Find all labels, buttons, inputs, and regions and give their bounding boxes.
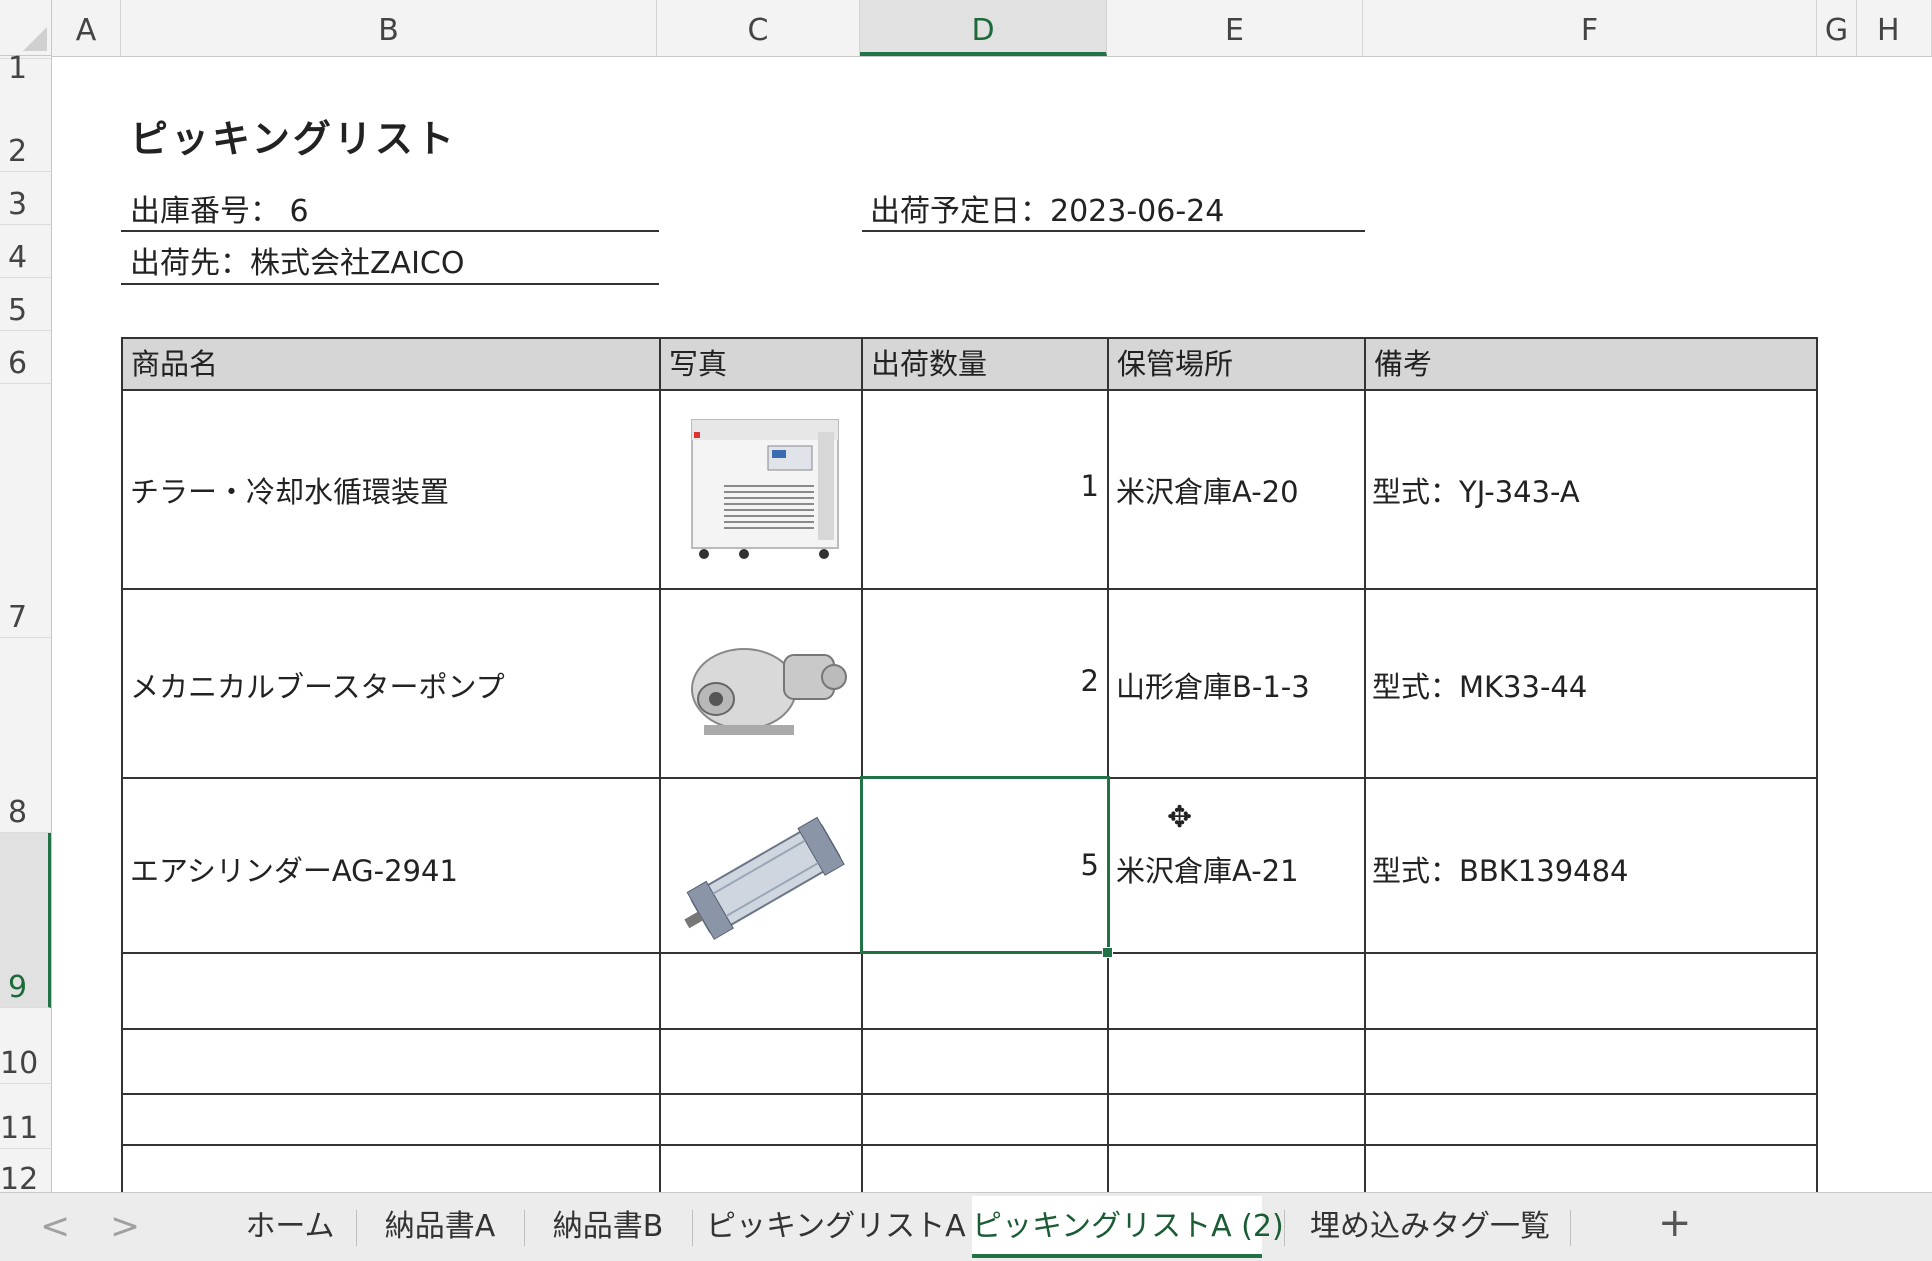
column-header-d[interactable]: D [860,0,1107,56]
row-number: 8 [8,795,28,830]
ship-date-underline [862,230,1365,232]
row-header-7[interactable]: 7 [0,384,51,638]
row-number: 6 [8,346,28,381]
note: 型式：BBK139484 [1372,854,1629,888]
row-header-9[interactable]: 9 [0,833,51,1008]
table-line [1816,337,1818,1192]
tab-separator [1570,1210,1571,1246]
row-number: 4 [8,240,28,275]
row-number: 2 [8,134,28,169]
row-number: 11 [0,1111,39,1146]
tab-home[interactable]: ホーム [240,1196,340,1258]
row-header-10[interactable]: 10 [0,1008,51,1084]
row-header-2[interactable]: 2 [0,59,51,172]
location: 米沢倉庫A-21 [1116,854,1299,888]
shipping-number-underline [121,230,659,232]
tab-picking-list-a[interactable]: ピッキングリストA [706,1196,966,1258]
row-header-11[interactable]: 11 [0,1084,51,1149]
table-line [121,389,1817,391]
table-row[interactable] [123,1095,1815,1142]
shipping-number: 出庫番号： 6 [130,194,309,229]
column-header-b[interactable]: B [121,0,657,56]
tab-separator [1284,1210,1285,1246]
column-header-h[interactable]: H [1857,0,1932,56]
row-number: 3 [8,187,28,222]
table-line [121,588,1817,590]
table-row[interactable] [123,1030,1815,1091]
table-header-notes: 備考 [1366,339,1816,389]
air-cylinder-image [680,795,852,959]
add-sheet-button[interactable]: + [1658,1200,1692,1246]
row-header-5[interactable]: 5 [0,278,51,331]
note: 型式：MK33-44 [1372,670,1588,704]
row-header-8[interactable]: 8 [0,638,51,833]
cursor-icon: ✥ [1167,800,1193,835]
row-header-6[interactable]: 6 [0,331,51,384]
chiller-image [684,412,848,564]
quantity: 2 [1080,664,1099,698]
tab-separator [356,1210,357,1246]
destination: 出荷先：株式会社ZAICO [130,246,465,281]
product-name: メカニカルブースターポンプ [130,670,505,704]
tab-delivery-note-a[interactable]: 納品書A [370,1196,510,1258]
table-header-product: 商品名 [123,339,659,389]
prev-sheet-button[interactable]: < [40,1206,70,1247]
tab-separator [524,1210,525,1246]
table-header-location: 保管場所 [1109,339,1364,389]
table-row[interactable] [123,954,1815,1026]
column-header-e[interactable]: E [1107,0,1363,56]
column-header-a[interactable]: A [52,0,121,56]
destination-underline [121,283,659,285]
product-name: チラー・冷却水循環装置 [130,475,450,509]
location: 米沢倉庫A-20 [1116,475,1299,509]
location: 山形倉庫B-1-3 [1116,670,1310,704]
table-row[interactable] [123,1146,1815,1190]
pump-image [684,625,848,745]
fill-handle[interactable] [1102,947,1113,958]
column-header-bar: A B C D E F G H [52,0,1932,57]
column-header-g[interactable]: G [1817,0,1857,56]
row-number: 10 [0,1046,39,1081]
page-title: ピッキングリスト [130,117,457,161]
column-header-f[interactable]: F [1363,0,1817,56]
product-name: エアシリンダーAG-2941 [130,854,458,888]
tab-picking-list-a-2[interactable]: ピッキングリストA (2) [972,1196,1284,1258]
row-header-3[interactable]: 3 [0,172,51,225]
table-line [121,337,1817,339]
table-header-quantity: 出荷数量 [863,339,1107,389]
tab-embedded-tags[interactable]: 埋め込みタグ一覧 [1300,1196,1560,1258]
table-header-photo: 写真 [661,339,861,389]
select-all-corner[interactable] [0,0,52,56]
row-header-bar: 1 2 3 4 5 6 7 8 9 10 11 12 13 [0,51,52,1248]
quantity: 1 [1080,469,1099,503]
note: 型式：YJ-343-A [1372,475,1580,509]
tab-delivery-note-b[interactable]: 納品書B [538,1196,678,1258]
selected-cell[interactable] [860,776,1110,954]
row-header-4[interactable]: 4 [0,225,51,278]
ship-date: 出荷予定日：2023-06-24 [870,194,1225,229]
column-header-c[interactable]: C [657,0,860,56]
row-number: 7 [8,600,28,635]
row-number: 9 [8,970,28,1005]
row-number: 5 [8,293,28,328]
tab-separator [692,1210,693,1246]
select-all-icon [23,27,47,51]
next-sheet-button[interactable]: > [110,1206,140,1247]
